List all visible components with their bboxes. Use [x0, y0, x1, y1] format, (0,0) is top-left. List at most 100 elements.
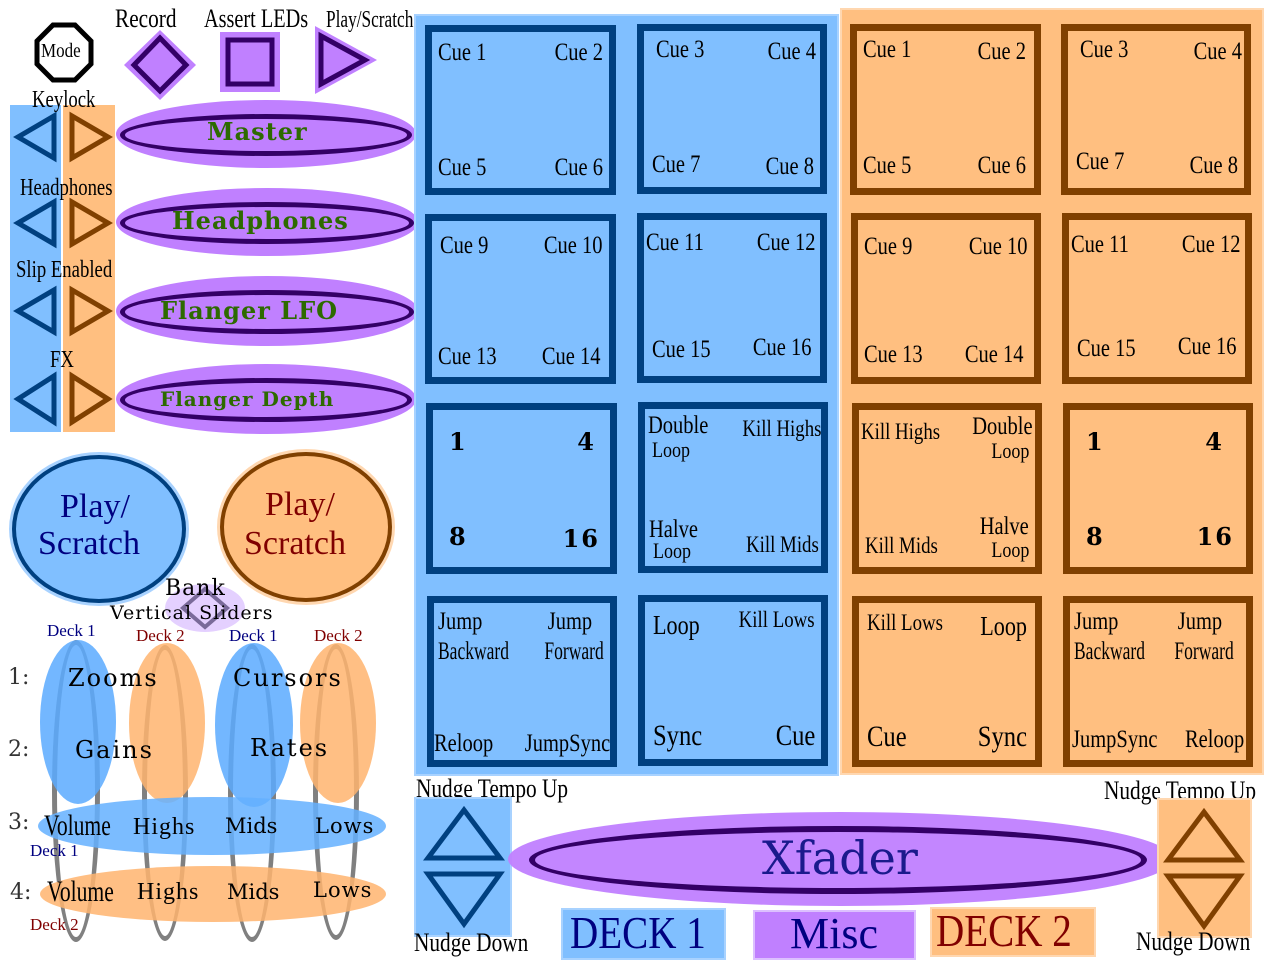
eq-row-num-3: 3:	[8, 810, 30, 835]
side-label-headphones: Headphones	[20, 175, 113, 201]
deck2-right-button-keylock[interactable]	[68, 111, 113, 163]
pad-label-tr: Cue 4	[1193, 38, 1242, 65]
pad-label-tl: Cue 3	[656, 36, 705, 63]
pad-label-tl: 1	[449, 427, 468, 456]
pad-label-br: Cue 14	[965, 341, 1024, 368]
knob-flanger-lfo-label: Flanger LFO	[160, 296, 339, 325]
deck1-nudge-down-button[interactable]	[422, 868, 506, 929]
deck1-pad-6[interactable]: Double Loop Kill Highs Halve Loop Kill M…	[638, 402, 828, 573]
pad-label-tl: Kill Highs	[861, 419, 941, 444]
legend-misc-label: Misc	[790, 909, 878, 958]
pad-label-br: Cue 6	[977, 152, 1026, 179]
deck1-left-button-headphones[interactable]	[13, 197, 58, 249]
pad-label-tl2: Loop	[652, 437, 691, 462]
side-label-fx: FX	[50, 347, 74, 373]
deck2-pad-4[interactable]: Cue 11 Cue 12 Cue 15 Cue 16	[1062, 213, 1252, 384]
deck1-pad-3[interactable]: Cue 9 Cue 10 Cue 13 Cue 14	[425, 214, 616, 384]
deck1-pad-2[interactable]: Cue 3 Cue 4 Cue 7 Cue 8	[637, 24, 827, 194]
xfader-label: Xfader	[762, 831, 918, 885]
pad-label-br: JumpSync	[524, 730, 610, 757]
pad-label-bl: Reloop	[434, 730, 494, 757]
deck1-left-button-fx[interactable]	[13, 371, 58, 427]
assert-leds-button[interactable]	[220, 32, 282, 92]
bank-title: Bank	[165, 576, 226, 601]
mode-label: Mode	[41, 40, 81, 62]
slider-col-deck-1: Deck 1	[47, 621, 96, 640]
left-triangle-icon	[13, 371, 57, 427]
deck2-nudge-up-button[interactable]	[1162, 806, 1246, 864]
pad-label-bl: Cue 13	[864, 341, 923, 368]
pad-label-tl2: Backward	[438, 638, 509, 665]
eq-row-3-lows: Lows	[315, 814, 375, 838]
deck2-pad-7[interactable]: Kill Lows Loop Cue Sync	[852, 596, 1042, 767]
slider-col-deck-4: Deck 2	[314, 626, 363, 645]
slider-col-deck-3: Deck 1	[229, 626, 278, 645]
pad-label-br: Cue 16	[1178, 333, 1237, 360]
pad-label-tr: Kill Lows	[739, 607, 815, 632]
pad-label-tr: Cue 10	[969, 233, 1028, 260]
pad-label-tl: Cue 9	[864, 233, 913, 260]
deck2-nudge-down-button[interactable]	[1162, 870, 1246, 931]
pad-label-bl: 8	[449, 522, 468, 551]
pad-label-bl: Cue 15	[652, 336, 711, 363]
eq-row-4-volume: Volume	[47, 875, 114, 908]
legend-deck1-label: DECK 1	[570, 907, 706, 958]
deck2-right-button-headphones[interactable]	[68, 197, 113, 249]
left-triangle-icon	[13, 285, 57, 337]
pad-label-tl: Cue 9	[440, 232, 489, 259]
pad-label-br: Cue 16	[753, 334, 812, 361]
pad-label-tl: Jump	[438, 608, 483, 635]
pad-label-bl: Cue 7	[652, 151, 701, 178]
pad-label-br: Cue	[775, 719, 815, 752]
deck1-pad-8[interactable]: Loop Kill Lows Sync Cue	[638, 595, 828, 766]
bank-subtitle: Vertical Sliders	[110, 602, 274, 624]
pad-label-tr2: Forward	[544, 638, 604, 665]
left-triangle-icon	[13, 111, 57, 163]
pad-label-tr: Cue 12	[757, 229, 816, 256]
record-button[interactable]	[122, 28, 198, 102]
right-triangle-icon	[69, 371, 113, 427]
up-triangle-icon	[423, 805, 505, 861]
pad-label-tr: Kill Highs	[741, 416, 821, 441]
legend-deck2-label: DECK 2	[936, 905, 1072, 956]
deck1-nudge-up-button[interactable]	[422, 804, 506, 862]
side-label-keylock: Keylock	[32, 87, 96, 113]
deck2-pad-1[interactable]: Cue 1 Cue 2 Cue 5 Cue 6	[850, 24, 1041, 195]
slider-row-num-1: 1:	[8, 665, 30, 690]
deck1-pad-7[interactable]: Jump Backward Jump Forward Reloop JumpSy…	[427, 596, 617, 767]
deck1-jog-label-2: Scratch	[38, 525, 140, 562]
slider-row-2-a: Gains	[75, 736, 154, 764]
pad-label-br: Reloop	[1184, 726, 1244, 753]
eq-row-4-mids: Mids	[227, 880, 280, 904]
deck2-pad-6[interactable]: 1 4 8 16	[1063, 403, 1253, 574]
pad-label-tl: 1	[1086, 427, 1105, 456]
pad-label-br: Kill Mids	[746, 532, 819, 557]
pad-label-bl: Cue 5	[438, 154, 487, 181]
deck1-pad-5[interactable]: 1 4 8 16	[426, 403, 617, 574]
down-triangle-icon	[1163, 873, 1245, 931]
deck2-nudge-down-label: Nudge Down	[1136, 927, 1251, 956]
pad-label-tr: Cue 2	[554, 39, 603, 66]
deck2-right-button-fx[interactable]	[68, 371, 113, 427]
eq-row-4-lows: Lows	[313, 878, 373, 902]
play-scratch-button[interactable]	[313, 24, 379, 96]
eq-row-4-highs: Highs	[137, 879, 200, 905]
deck2-right-button-slip[interactable]	[68, 285, 113, 337]
eq-row-3-mids: Mids	[225, 814, 278, 838]
knob-flanger-depth-label: Flanger Depth	[160, 387, 335, 411]
deck2-pad-8[interactable]: Jump Backward Jump Forward JumpSync Relo…	[1063, 596, 1253, 767]
deck1-left-button-keylock[interactable]	[13, 111, 58, 163]
pad-label-tr2: Loop	[990, 438, 1029, 463]
deck2-pad-3[interactable]: Cue 9 Cue 10 Cue 13 Cue 14	[851, 213, 1041, 384]
side-label-slip-enabled: Slip Enabled	[16, 257, 113, 283]
pad-label-tr2: Forward	[1174, 638, 1234, 665]
pad-label-br: Cue 8	[765, 153, 814, 180]
pad-label-tl: Cue 11	[646, 229, 704, 256]
deck1-pad-1[interactable]: Cue 1 Cue 2 Cue 5 Cue 6	[425, 25, 616, 195]
deck2-pad-5[interactable]: Kill Highs Double Loop Kill Mids Halve L…	[852, 403, 1042, 574]
deck1-left-button-slip[interactable]	[13, 285, 58, 337]
deck1-pad-4[interactable]: Cue 11 Cue 12 Cue 15 Cue 16	[637, 213, 827, 383]
pad-label-bl: Kill Mids	[865, 533, 938, 558]
deck2-pad-2[interactable]: Cue 3 Cue 4 Cue 7 Cue 8	[1061, 24, 1251, 195]
pad-label-br2: Loop	[990, 537, 1029, 562]
